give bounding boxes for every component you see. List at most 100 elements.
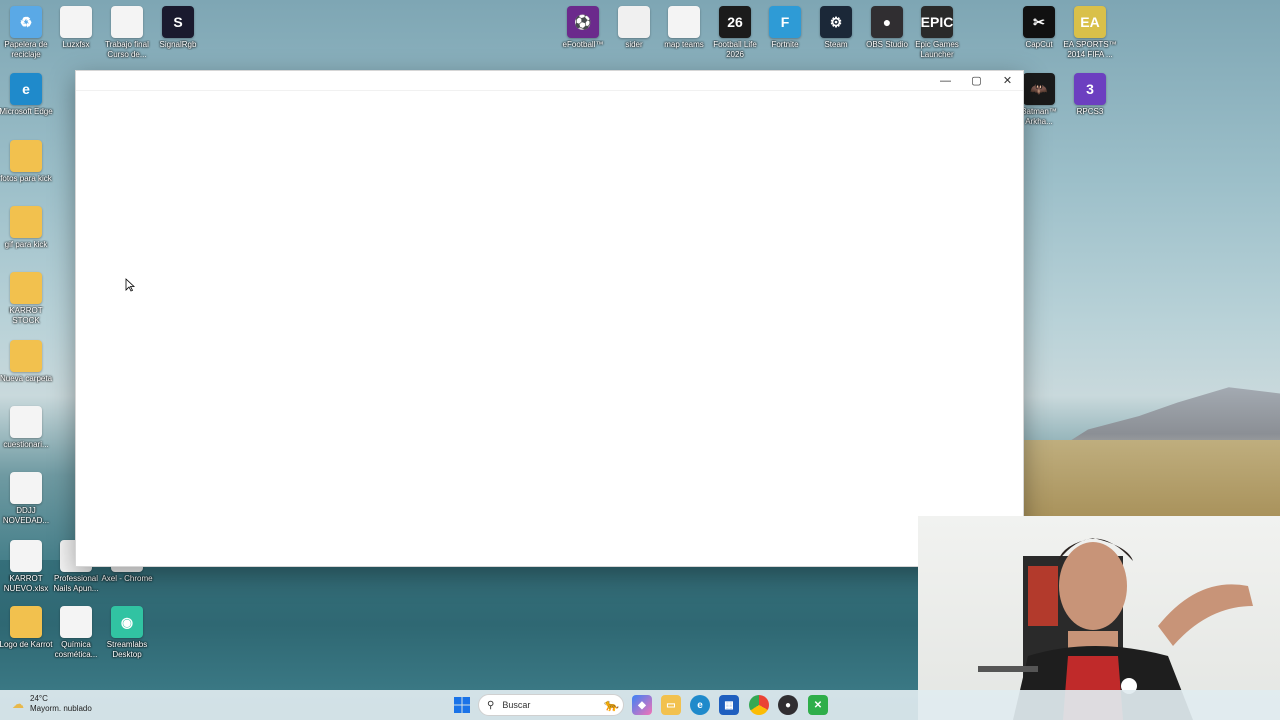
desktop-icon-label: EA SPORTS™ 2014 FIFA ... <box>1063 40 1117 59</box>
desktop-icon[interactable]: Trabajo final Curso de... <box>101 6 153 70</box>
desktop-icon[interactable]: e Microsoft Edge <box>0 73 53 137</box>
desktop-app-icon: ◉ <box>111 606 143 638</box>
search-icon: ⚲ <box>487 699 495 711</box>
desktop-app-icon: ♻ <box>10 6 42 38</box>
desktop-icon[interactable]: ⚙ Steam <box>810 6 862 70</box>
chrome-icon[interactable] <box>749 695 769 715</box>
desktop-icon-label: Papelera de reciclaje <box>4 40 48 59</box>
desktop-icon-label: Steam <box>824 40 848 49</box>
minimize-button[interactable]: — <box>930 71 961 91</box>
desktop-icon-label: Professional Nails Apun... <box>53 574 99 593</box>
desktop-app-icon <box>60 606 92 638</box>
edge-icon[interactable]: e <box>690 695 710 715</box>
desktop-icon[interactable]: ◉ Streamlabs Desktop <box>101 606 153 670</box>
desktop-icon[interactable]: EA EA SPORTS™ 2014 FIFA ... <box>1063 6 1117 70</box>
desktop-icon-label: Trabajo final Curso de... <box>105 40 149 59</box>
desktop-icon[interactable]: ✂ CapCut <box>1013 6 1065 70</box>
desktop-icon[interactable]: Luzxfsx <box>50 6 102 70</box>
desktop-icon-label: map teams <box>664 40 704 49</box>
copilot-icon[interactable]: ◆ <box>632 695 652 715</box>
desktop-icon-label: gif para kick <box>4 240 48 249</box>
desktop-app-icon: F <box>769 6 801 38</box>
desktop-app-icon: e <box>10 73 42 105</box>
desktop-icon[interactable]: fotos para kick <box>0 140 52 204</box>
desktop-icon[interactable]: cuestionari... <box>0 406 52 470</box>
blank-window[interactable]: — ▢ ✕ <box>75 70 1024 567</box>
desktop-icon[interactable]: 3 RPCS3 <box>1064 73 1116 137</box>
desktop-icon-label: cuestionari... <box>3 440 49 449</box>
desktop-icon[interactable]: KARROT STOCK <box>0 272 52 336</box>
weather-desc: Mayorm. nublado <box>30 704 92 713</box>
desktop-icon-label: CapCut <box>1025 40 1053 49</box>
desktop-icon-label: Logo de Karrot <box>0 640 53 649</box>
weather-temp: 24°C <box>30 694 48 703</box>
desktop-icon-label: KARROT NUEVO.xlsx <box>3 574 49 593</box>
xbox-icon[interactable]: ✕ <box>808 695 828 715</box>
desktop-app-icon <box>10 606 42 638</box>
desktop-icon-label: Streamlabs Desktop <box>106 640 148 659</box>
desktop-icon-label: Fortnite <box>771 40 799 49</box>
desktop-icon[interactable]: S SignalRgb <box>152 6 204 70</box>
desktop-icon[interactable]: map teams <box>658 6 710 70</box>
desktop-app-icon: ⚽ <box>567 6 599 38</box>
start-button[interactable] <box>452 695 472 715</box>
desktop-icon[interactable]: F Fortnite <box>759 6 811 70</box>
desktop-icon-label: Football Life 2026 <box>713 40 757 59</box>
desktop-app-icon <box>618 6 650 38</box>
desktop-icon-label: eFootball™ <box>562 40 604 49</box>
desktop-icon[interactable]: 26 Football Life 2026 <box>709 6 761 70</box>
desktop-app-icon: EA <box>1074 6 1106 38</box>
desktop-icon-label: Luzxfsx <box>62 40 90 49</box>
close-button[interactable]: ✕ <box>992 71 1023 91</box>
store-icon[interactable]: ▦ <box>719 695 739 715</box>
desktop-icon-label: Microsoft Edge <box>0 107 53 116</box>
desktop-app-icon <box>10 472 42 504</box>
desktop-icon-label: Epic Games Launcher <box>915 40 959 59</box>
desktop-icon[interactable]: Logo de Karrot <box>0 606 52 670</box>
desktop-icon[interactable]: ⚽ eFootball™ <box>557 6 609 70</box>
desktop-icon-label: OBS Studio <box>866 40 908 49</box>
maximize-button[interactable]: ▢ <box>961 71 992 91</box>
desktop-app-icon: ● <box>871 6 903 38</box>
desktop-app-icon <box>60 6 92 38</box>
desktop-app-icon: S <box>162 6 194 38</box>
desktop-app-icon <box>668 6 700 38</box>
file-explorer-icon[interactable]: ▭ <box>661 695 681 715</box>
taskbar-search[interactable]: ⚲ Buscar 🐆 <box>478 694 624 716</box>
desktop-icon[interactable]: KARROT NUEVO.xlsx <box>0 540 52 604</box>
desktop-app-icon: 26 <box>719 6 751 38</box>
desktop-icon[interactable]: Química cosmética... <box>50 606 102 670</box>
obs-icon[interactable]: ● <box>778 695 798 715</box>
desktop-icon[interactable]: EPIC Epic Games Launcher <box>911 6 963 70</box>
weather-widget[interactable]: ☁ 24°C Mayorm. nublado <box>12 694 92 714</box>
desktop-icon-label: Axel - Chrome <box>101 574 153 583</box>
desktop-app-icon: ⚙ <box>820 6 852 38</box>
desktop-app-icon <box>10 206 42 238</box>
desktop-icon[interactable]: ♻ Papelera de reciclaje <box>0 6 52 70</box>
desktop-icon[interactable]: gif para kick <box>0 206 52 270</box>
widgets-icon: 🐆 <box>604 698 619 712</box>
desktop-icon-label: DDJJ NOVEDAD... <box>2 506 50 525</box>
desktop-app-icon <box>10 540 42 572</box>
desktop-icon[interactable]: DDJJ NOVEDAD... <box>0 472 52 536</box>
desktop-icon[interactable]: Nueva carpeta <box>0 340 52 404</box>
desktop-app-icon <box>10 140 42 172</box>
desktop-app-icon: EPIC <box>921 6 953 38</box>
desktop-icon-label: RPCS3 <box>1076 107 1104 116</box>
desktop-app-icon: 🦇 <box>1023 73 1055 105</box>
mouse-cursor-icon <box>125 278 135 292</box>
desktop-app-icon <box>10 340 42 372</box>
window-titlebar[interactable]: — ▢ ✕ <box>76 71 1023 91</box>
desktop-icon[interactable]: ● OBS Studio <box>861 6 913 70</box>
desktop-icon[interactable]: sider <box>608 6 660 70</box>
taskbar: ☁ 24°C Mayorm. nublado ⚲ Buscar 🐆 ◆ ▭ e … <box>0 690 1280 720</box>
desktop-icon-label: fotos para kick <box>0 174 52 183</box>
desktop-icon-label: sider <box>625 40 643 49</box>
desktop-app-icon <box>111 6 143 38</box>
desktop-app-icon: 3 <box>1074 73 1106 105</box>
desktop-app-icon <box>10 406 42 438</box>
desktop-icon-label: Química cosmética... <box>54 640 98 659</box>
search-placeholder: Buscar <box>502 700 531 710</box>
cloud-icon: ☁ <box>12 697 24 711</box>
wallpaper-field <box>1024 440 1280 520</box>
